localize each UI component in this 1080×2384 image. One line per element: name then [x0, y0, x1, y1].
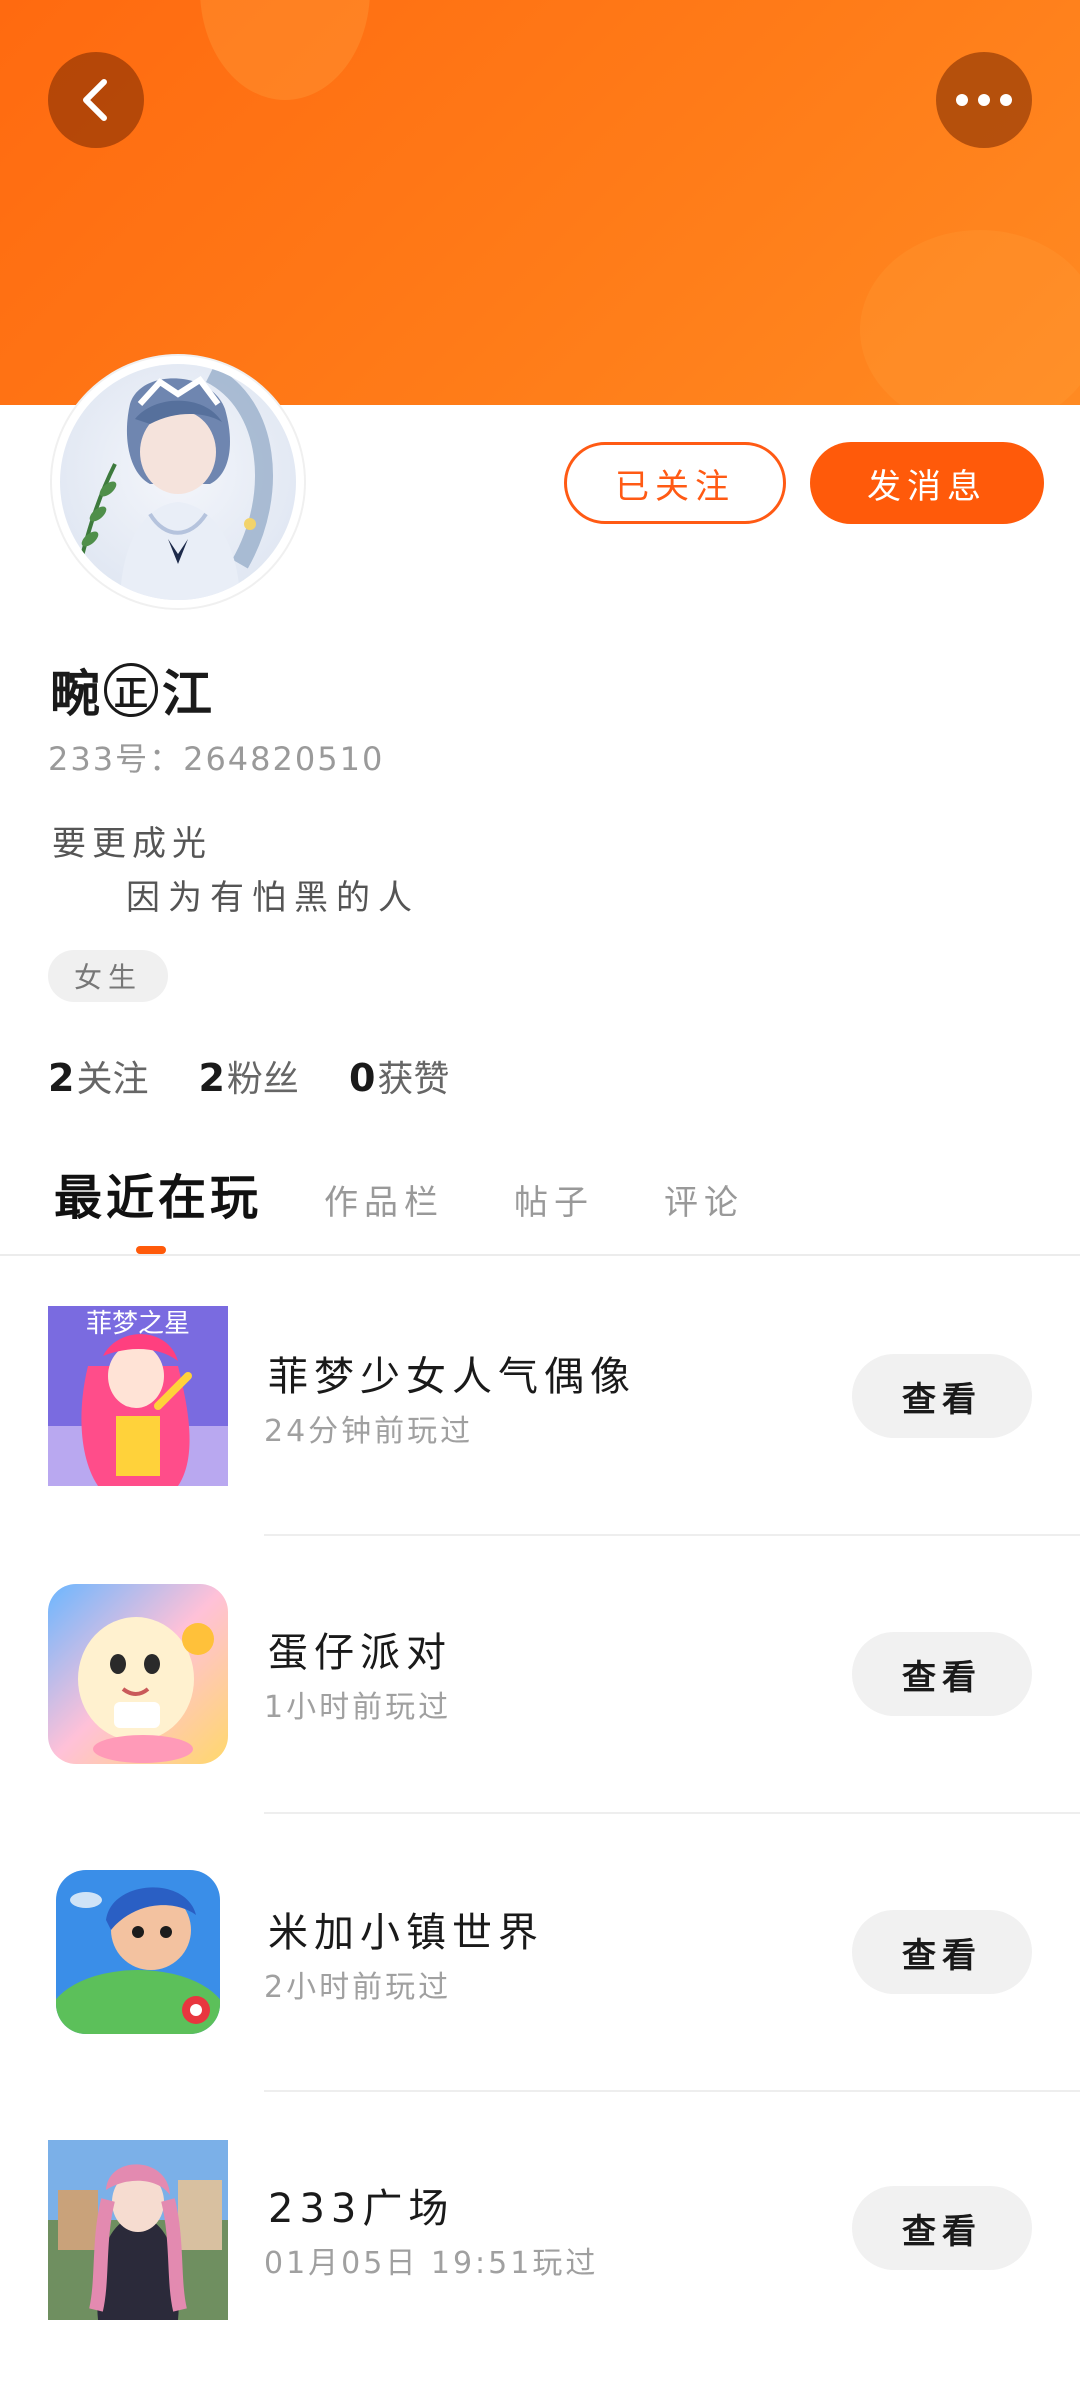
username-text: 畹: [50, 665, 100, 723]
game-icon: [56, 1870, 220, 2034]
avatar[interactable]: [52, 356, 304, 608]
stat-fans-label: 粉丝: [226, 1059, 299, 1100]
game-icon: 菲梦之星: [48, 1306, 228, 1486]
user-id[interactable]: 233号：264820510: [48, 734, 384, 780]
more-dots-icon: [956, 94, 1012, 106]
list-item[interactable]: 菲梦之星 菲梦少女人气偶像 24分钟前玩过 查看: [0, 1270, 1080, 1550]
back-button[interactable]: [48, 52, 144, 148]
game-icon: [48, 1584, 228, 1764]
username: 畹 正 江: [50, 654, 212, 726]
gender-tag: 女生: [48, 950, 168, 1002]
tab-posts[interactable]: 帖子: [514, 1175, 594, 1224]
row-divider: [264, 1812, 1080, 1814]
username-badge: 正: [104, 663, 158, 717]
following-button[interactable]: 已关注: [564, 442, 786, 524]
profile-tabs: 最近在玩 作品栏 帖子 评论: [54, 1158, 814, 1228]
tab-works[interactable]: 作品栏: [324, 1175, 444, 1224]
more-options-button[interactable]: [936, 52, 1032, 148]
stat-likes[interactable]: 0 获赞: [349, 1050, 449, 1102]
list-item[interactable]: 米加小镇世界 2小时前玩过 查看: [0, 1826, 1080, 2106]
tab-comments[interactable]: 评论: [664, 1175, 744, 1224]
profile-stats: 2 关注 2 粉丝 0 获赞: [48, 1050, 499, 1102]
view-game-button[interactable]: 查看: [852, 1910, 1032, 1994]
stat-following[interactable]: 2 关注: [48, 1050, 148, 1102]
game-played-time: 1小时前玩过: [264, 1690, 452, 1725]
stat-following-label: 关注: [76, 1059, 149, 1100]
stat-fans[interactable]: 2 粉丝: [198, 1050, 298, 1102]
game-played-time: 24分钟前玩过: [264, 1414, 474, 1449]
banner-decoration: [860, 230, 1080, 405]
bio-line-2: 因为有怕黑的人: [126, 878, 420, 918]
chevron-left-icon: [83, 79, 107, 121]
game-name: 蛋仔派对: [268, 1630, 452, 1676]
row-divider: [264, 1534, 1080, 1536]
view-game-button[interactable]: 查看: [852, 1354, 1032, 1438]
game-icon-text: 菲梦之星: [86, 1309, 190, 1339]
stat-likes-count: 0: [348, 1056, 376, 1100]
view-game-button[interactable]: 查看: [852, 1632, 1032, 1716]
game-played-time: 2小时前玩过: [264, 1970, 452, 2005]
game-name: 菲梦少女人气偶像: [268, 1354, 636, 1400]
game-name: 米加小镇世界: [268, 1910, 544, 1956]
game-played-time: 01月05日 19:51玩过: [264, 2246, 599, 2281]
username-suffix: 江: [162, 665, 212, 723]
bio-line-1: 要更成光: [52, 824, 212, 864]
game-icon: [48, 2140, 228, 2320]
banner-decoration: [200, 0, 370, 100]
stat-likes-label: 获赞: [377, 1059, 450, 1100]
tab-divider: [0, 1254, 1080, 1256]
game-name: 233广场: [268, 2186, 455, 2232]
profile-banner: [0, 0, 1080, 405]
view-game-button[interactable]: 查看: [852, 2186, 1032, 2270]
list-item[interactable]: 蛋仔派对 1小时前玩过 查看: [0, 1548, 1080, 1828]
list-item[interactable]: 233广场 01月05日 19:51玩过 查看: [0, 2104, 1080, 2384]
tab-recently-played[interactable]: 最近在玩: [54, 1158, 262, 1228]
stat-fans-count: 2: [198, 1056, 225, 1100]
send-message-button[interactable]: 发消息: [810, 442, 1044, 524]
stat-following-count: 2: [48, 1056, 75, 1100]
avatar-image: [60, 364, 296, 600]
row-divider: [264, 2090, 1080, 2092]
active-tab-indicator: [136, 1246, 166, 1254]
